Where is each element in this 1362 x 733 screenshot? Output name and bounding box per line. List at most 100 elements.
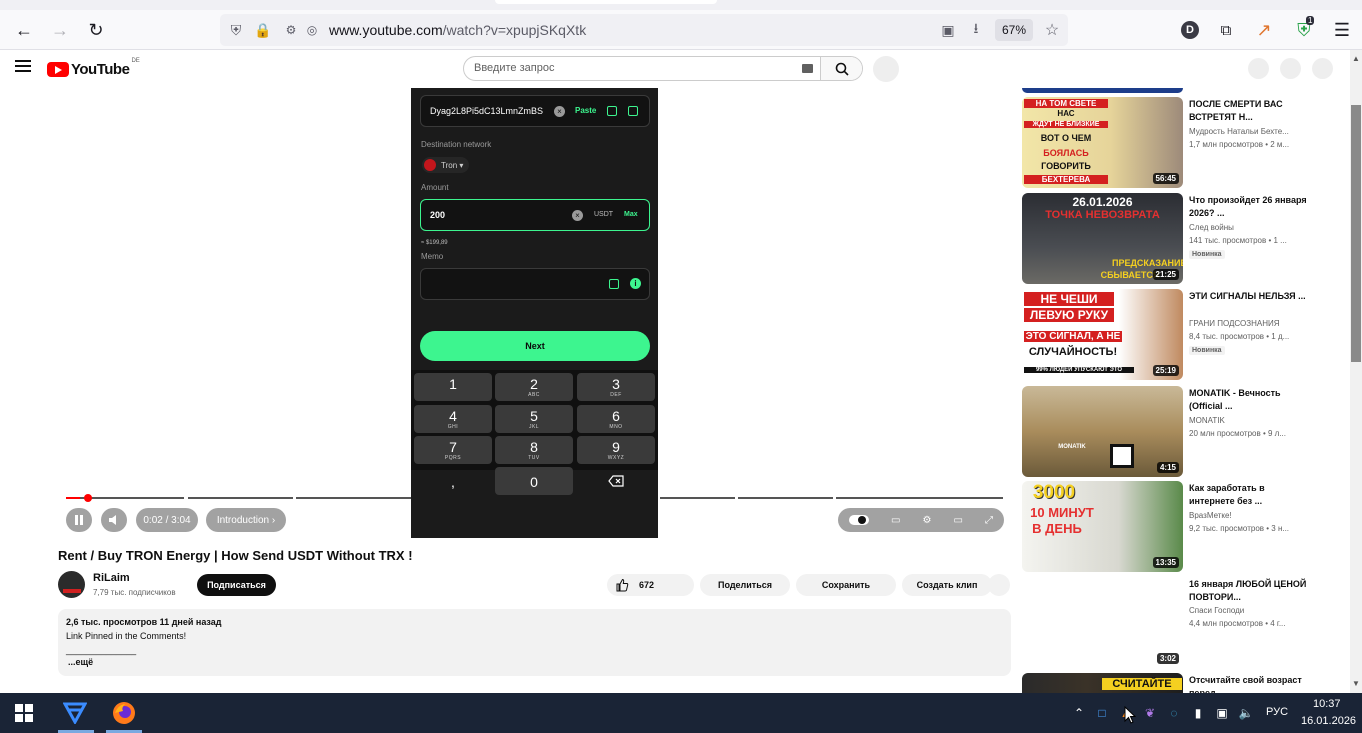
- permissions-icon[interactable]: ⚙: [281, 20, 301, 40]
- recommendation-item[interactable]: 3:02 16 января ЛЮБОЙ ЦЕНОЙ ПОВТОРИ... Сп…: [1022, 577, 1340, 669]
- extension-rocket-icon[interactable]: ↗: [1250, 16, 1278, 44]
- create-clip-button[interactable]: Создать клип: [902, 574, 992, 596]
- forward-button[interactable]: →: [46, 16, 74, 44]
- theater-mode-icon[interactable]: ▭: [953, 515, 962, 526]
- key-6[interactable]: 6 MNO: [577, 405, 655, 433]
- account-avatar[interactable]: [1312, 58, 1333, 79]
- share-button[interactable]: Поделиться: [700, 574, 790, 596]
- scrubber-handle[interactable]: [84, 494, 92, 502]
- key-4[interactable]: 4 GHI: [414, 405, 492, 433]
- channel-avatar[interactable]: [58, 571, 85, 598]
- input-language[interactable]: РУС: [1266, 706, 1288, 718]
- key-0[interactable]: 0: [495, 467, 573, 495]
- extensions-icon[interactable]: ⧉: [1212, 16, 1240, 44]
- download-icon[interactable]: ⭳: [966, 20, 986, 40]
- search-box[interactable]: Введите запрос: [463, 56, 863, 81]
- battery-icon[interactable]: ▮: [1189, 704, 1207, 722]
- page-scrollbar[interactable]: ▲ ▼: [1350, 50, 1362, 693]
- video-thumbnail[interactable]: 26.01.2026 ТОЧКА НЕВОЗВРАТА ПРЕДСКАЗАНИЕ…: [1022, 193, 1183, 284]
- address-field[interactable]: Dyag2L8Pi5dC13LmnZmBS × Paste: [420, 95, 650, 127]
- lock-icon[interactable]: 🔒: [253, 20, 273, 40]
- video-title[interactable]: MONATIK - Вечность (Official ...: [1189, 387, 1307, 413]
- key-5[interactable]: 5 JKL: [495, 405, 573, 433]
- video-title[interactable]: ПОСЛЕ СМЕРТИ ВАС ВСТРЕТЯТ Н...: [1189, 98, 1307, 124]
- channel-name[interactable]: RiLaim: [93, 572, 130, 584]
- memo-field[interactable]: i: [420, 268, 650, 300]
- clock-time[interactable]: 10:37: [1313, 698, 1341, 710]
- back-button[interactable]: ←: [10, 16, 38, 44]
- video-thumbnail[interactable]: MONATIK 4:15: [1022, 386, 1183, 477]
- profile-avatar[interactable]: D: [1181, 21, 1199, 39]
- channel-name[interactable]: ВразМетке!: [1189, 511, 1232, 520]
- reload-button[interactable]: ↻: [82, 16, 110, 44]
- address-book-icon[interactable]: [607, 106, 617, 116]
- recommendation-item[interactable]: MONATIK 4:15 MONATIK - Вечность (Officia…: [1022, 386, 1340, 478]
- more-actions-button[interactable]: [988, 574, 1010, 596]
- key-3[interactable]: 3 DEF: [577, 373, 655, 401]
- picture-in-picture-icon[interactable]: ▣: [938, 20, 958, 40]
- key-9[interactable]: 9 WXYZ: [577, 436, 655, 464]
- channel-name[interactable]: Мудрость Натальи Бехте...: [1189, 127, 1289, 136]
- url-text[interactable]: www.youtube.com/watch?v=xpupjSKqXtk: [329, 22, 586, 38]
- hamburger-menu-icon[interactable]: [15, 60, 33, 74]
- show-hidden-icons-chevron-icon[interactable]: ⌃: [1070, 704, 1088, 722]
- notifications-button[interactable]: [1280, 58, 1301, 79]
- video-title[interactable]: Как заработать в интернете без ...: [1189, 482, 1307, 508]
- extension-shield-icon[interactable]: ⛨ 1: [1290, 16, 1318, 44]
- clear-amount-icon[interactable]: ×: [572, 210, 583, 221]
- youtube-logo[interactable]: YouTube DE: [47, 58, 140, 78]
- menu-icon[interactable]: ☰: [1328, 16, 1356, 44]
- scroll-down-icon[interactable]: ▼: [1352, 679, 1360, 688]
- active-tab[interactable]: [495, 0, 717, 4]
- shield-icon[interactable]: ⛨: [226, 20, 246, 40]
- scan-qr-icon[interactable]: [628, 106, 638, 116]
- scroll-up-icon[interactable]: ▲: [1352, 54, 1360, 63]
- create-button[interactable]: [1248, 58, 1269, 79]
- network-icon[interactable]: ▣: [1213, 704, 1231, 722]
- key-7[interactable]: 7 PQRS: [414, 436, 492, 464]
- volume-button[interactable]: [101, 508, 127, 532]
- key-comma[interactable]: ,: [414, 467, 492, 495]
- chapter-button[interactable]: Introduction ›: [206, 508, 286, 532]
- max-button[interactable]: Max: [624, 211, 638, 218]
- scan-memo-icon[interactable]: [609, 279, 619, 289]
- recommendation-item[interactable]: НЕ ЧЕШИ ЛЕВУЮ РУКУ ЭТО СИГНАЛ, А НЕ СЛУЧ…: [1022, 289, 1340, 381]
- partial-thumbnail[interactable]: [1022, 88, 1183, 93]
- key-2[interactable]: 2 ABC: [495, 373, 573, 401]
- tray-feather-icon[interactable]: ❦: [1141, 704, 1159, 722]
- video-title[interactable]: Отсчитайте свой возраст перед...: [1189, 674, 1307, 693]
- key-1[interactable]: 1: [414, 373, 492, 401]
- video-thumbnail[interactable]: НЕ ЧЕШИ ЛЕВУЮ РУКУ ЭТО СИГНАЛ, А НЕ СЛУЧ…: [1022, 289, 1183, 380]
- key-8[interactable]: 8 TUV: [495, 436, 573, 464]
- video-title[interactable]: Что произойдет 26 января 2026? ...: [1189, 194, 1307, 220]
- recommendation-item[interactable]: НА ТОМ СВЕТЕ НАС ЖДУТ НЕ БЛИЗКИЕ ВОТ О Ч…: [1022, 97, 1340, 189]
- channel-name[interactable]: MONATIK: [1189, 416, 1225, 425]
- channel-name[interactable]: Спаси Господи: [1189, 606, 1244, 615]
- clear-address-icon[interactable]: ×: [554, 106, 565, 117]
- channel-name[interactable]: ГРАНИ ПОДСОЗНАНИЯ: [1189, 319, 1280, 328]
- recommendation-item[interactable]: 26.01.2026 ТОЧКА НЕВОЗВРАТА ПРЕДСКАЗАНИЕ…: [1022, 193, 1340, 285]
- info-icon[interactable]: i: [630, 278, 641, 289]
- search-input[interactable]: Введите запрос: [474, 62, 554, 74]
- next-button[interactable]: Next: [420, 331, 650, 361]
- subscribe-button[interactable]: Подписаться: [197, 574, 276, 596]
- recommendation-item[interactable]: 3000 10 МИНУТ В ДЕНЬ 13:35 Как заработат…: [1022, 481, 1340, 573]
- video-title[interactable]: 16 января ЛЮБОЙ ЦЕНОЙ ПОВТОРИ...: [1189, 578, 1307, 604]
- keyboard-icon[interactable]: [802, 64, 813, 73]
- video-thumbnail[interactable]: 3000 10 МИНУТ В ДЕНЬ 13:35: [1022, 481, 1183, 572]
- volume-tray-icon[interactable]: 🔈: [1237, 704, 1255, 722]
- search-button[interactable]: [820, 57, 862, 80]
- video-thumbnail[interactable]: СЧИТАЙТЕ: [1022, 673, 1183, 693]
- network-selector[interactable]: Tron ▾: [422, 157, 470, 173]
- zoom-level[interactable]: 67%: [995, 19, 1033, 41]
- backspace-key[interactable]: [577, 467, 655, 495]
- bookmark-star-icon[interactable]: ☆: [1042, 20, 1062, 40]
- description-box[interactable]: 2,6 тыс. просмотров 11 дней назад Link P…: [58, 609, 1011, 676]
- video-thumbnail[interactable]: НА ТОМ СВЕТЕ НАС ЖДУТ НЕ БЛИЗКИЕ ВОТ О Ч…: [1022, 97, 1183, 188]
- settings-gear-icon[interactable]: ⚙: [922, 515, 931, 526]
- firefox-taskbar-icon[interactable]: [110, 699, 138, 727]
- video-title[interactable]: ЭТИ СИГНАЛЫ НЕЛЬЗЯ ...: [1189, 290, 1307, 303]
- paste-button[interactable]: Paste: [575, 106, 596, 115]
- app-taskbar-icon[interactable]: [61, 699, 89, 727]
- video-thumbnail[interactable]: 3:02: [1022, 577, 1183, 668]
